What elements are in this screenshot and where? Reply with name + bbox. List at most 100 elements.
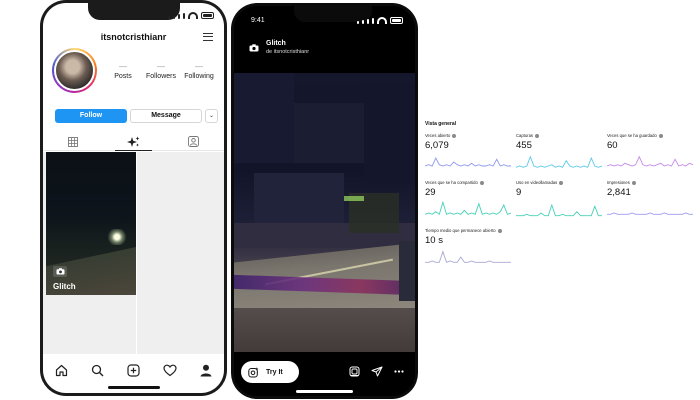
effect-preview-video[interactable]	[234, 73, 415, 352]
info-icon[interactable]	[658, 133, 663, 138]
metric-value: 29	[425, 187, 436, 198]
story-header[interactable]: Glitch de itsnotcristhianr	[248, 40, 309, 55]
metric-value: 6,079	[425, 140, 449, 151]
save-effect-icon[interactable]	[349, 366, 360, 377]
more-icon[interactable]	[394, 370, 404, 373]
profile-username: itsnotcristhianr	[100, 32, 167, 42]
create-icon	[127, 363, 140, 377]
metric-card-opens[interactable]: Veces abierto 6,079	[425, 132, 511, 180]
metric-value: 2,841	[607, 187, 631, 198]
info-icon[interactable]	[497, 228, 502, 233]
nav-profile[interactable]	[196, 360, 216, 380]
nav-create[interactable]	[123, 360, 143, 380]
metric-card-saves[interactable]: Veces que se ha guardado 60	[607, 132, 693, 180]
heart-icon	[163, 364, 177, 376]
stat-posts-label: Posts	[114, 73, 132, 80]
metric-card-video-calls[interactable]: Uso en videollamadas 9	[516, 179, 602, 227]
sparkline-path	[425, 156, 511, 167]
signal-icon	[357, 21, 359, 24]
camera-icon	[53, 266, 67, 277]
battery-icon	[390, 17, 403, 24]
try-it-label: Try It	[266, 368, 283, 376]
metric-sparkline	[516, 155, 602, 168]
effect-title: Glitch	[266, 40, 286, 47]
camera-icon	[248, 43, 260, 53]
profile-icon	[200, 364, 212, 376]
stat-following[interactable]: — Following	[181, 62, 217, 80]
glitch-side-block	[399, 241, 415, 301]
metric-card-impressions[interactable]: Impresiones 2,841	[607, 179, 693, 227]
metric-label: Impresiones	[607, 180, 630, 185]
signal-icon	[168, 16, 170, 19]
metric-card-shares[interactable]: Veces que se ha compartido 29	[425, 179, 511, 227]
nav-activity[interactable]	[160, 360, 180, 380]
sparkline-path	[607, 212, 693, 215]
bottom-nav	[43, 358, 224, 382]
try-it-button[interactable]: Try It	[241, 361, 299, 383]
stat-followers[interactable]: — Followers	[143, 62, 179, 80]
tab-grid[interactable]	[43, 133, 103, 150]
metric-value: 10 s	[425, 235, 443, 246]
status-time: 9:41	[251, 17, 265, 24]
sparkline-path	[425, 250, 511, 263]
stat-followers-label: Followers	[146, 73, 176, 80]
metric-sparkline	[607, 212, 693, 215]
story-actions	[349, 366, 404, 377]
metric-value: 9	[516, 187, 522, 198]
avatar[interactable]	[52, 48, 97, 93]
effect-creator[interactable]: de itsnotcristhianr	[266, 49, 309, 55]
phone-notch	[88, 3, 180, 20]
sparkline-path	[425, 201, 511, 216]
menu-icon[interactable]	[203, 33, 213, 41]
glitch-green-strip	[344, 196, 364, 201]
info-icon[interactable]	[535, 133, 539, 138]
tab-tagged[interactable]	[164, 133, 224, 150]
status-bar-icons	[357, 17, 403, 24]
follow-button[interactable]: Follow	[55, 109, 127, 123]
effects-grid: Glitch	[43, 152, 224, 354]
wifi-icon	[188, 12, 198, 19]
info-icon[interactable]	[479, 180, 484, 185]
search-icon	[91, 364, 104, 376]
stat-following-value: —	[195, 62, 203, 71]
metric-card-avg-open-time[interactable]: Tiempo medio que permanece abierto 10 s	[425, 227, 511, 275]
profile-phone: itsnotcristhianr — Posts — Followers — F…	[40, 0, 227, 396]
story-phone: 9:41 Glitch de itsnotcristhianr Try It	[231, 3, 418, 399]
profile-screen: itsnotcristhianr — Posts — Followers — F…	[43, 3, 224, 393]
sparkline-path	[607, 155, 693, 167]
send-icon[interactable]	[371, 366, 383, 377]
tagged-icon	[188, 136, 200, 147]
metric-label: Uso en videollamadas	[516, 180, 558, 185]
metric-sparkline	[425, 250, 511, 263]
effect-thumbnail-glitch[interactable]: Glitch	[46, 152, 136, 295]
metric-sparkline	[516, 203, 602, 217]
grid-icon	[68, 136, 79, 147]
stat-posts[interactable]: — Posts	[105, 62, 141, 80]
metric-label: Capturas	[516, 133, 533, 138]
info-icon[interactable]	[559, 180, 564, 185]
stat-following-label: Following	[184, 73, 214, 80]
insights-title: Vista general	[425, 121, 457, 127]
nav-search[interactable]	[87, 360, 107, 380]
suggested-dropdown-button[interactable]: ⌄	[205, 109, 218, 123]
metric-label: Tiempo medio que permanece abierto	[425, 228, 496, 233]
try-effect-icon	[248, 366, 259, 377]
battery-icon	[201, 12, 214, 19]
info-icon[interactable]	[452, 133, 457, 138]
status-bar-icons	[168, 12, 214, 19]
sparkline-path	[516, 203, 602, 217]
info-icon[interactable]	[631, 180, 636, 185]
insights-panel: Vista general Veces abierto 6,079 Captur…	[423, 118, 700, 278]
profile-tabs	[43, 133, 224, 151]
tab-effects[interactable]	[103, 133, 163, 151]
message-button[interactable]: Message	[130, 109, 202, 123]
stat-followers-value: —	[157, 62, 165, 71]
metric-sparkline	[425, 156, 511, 167]
effects-icon	[126, 136, 140, 147]
metric-card-captures[interactable]: Capturas 455	[516, 132, 602, 180]
metric-value: 60	[607, 140, 618, 151]
metric-sparkline	[425, 201, 511, 216]
effect-thumbnail-label: Glitch	[53, 282, 76, 291]
nav-home[interactable]	[51, 360, 71, 380]
home-indicator	[296, 390, 353, 393]
